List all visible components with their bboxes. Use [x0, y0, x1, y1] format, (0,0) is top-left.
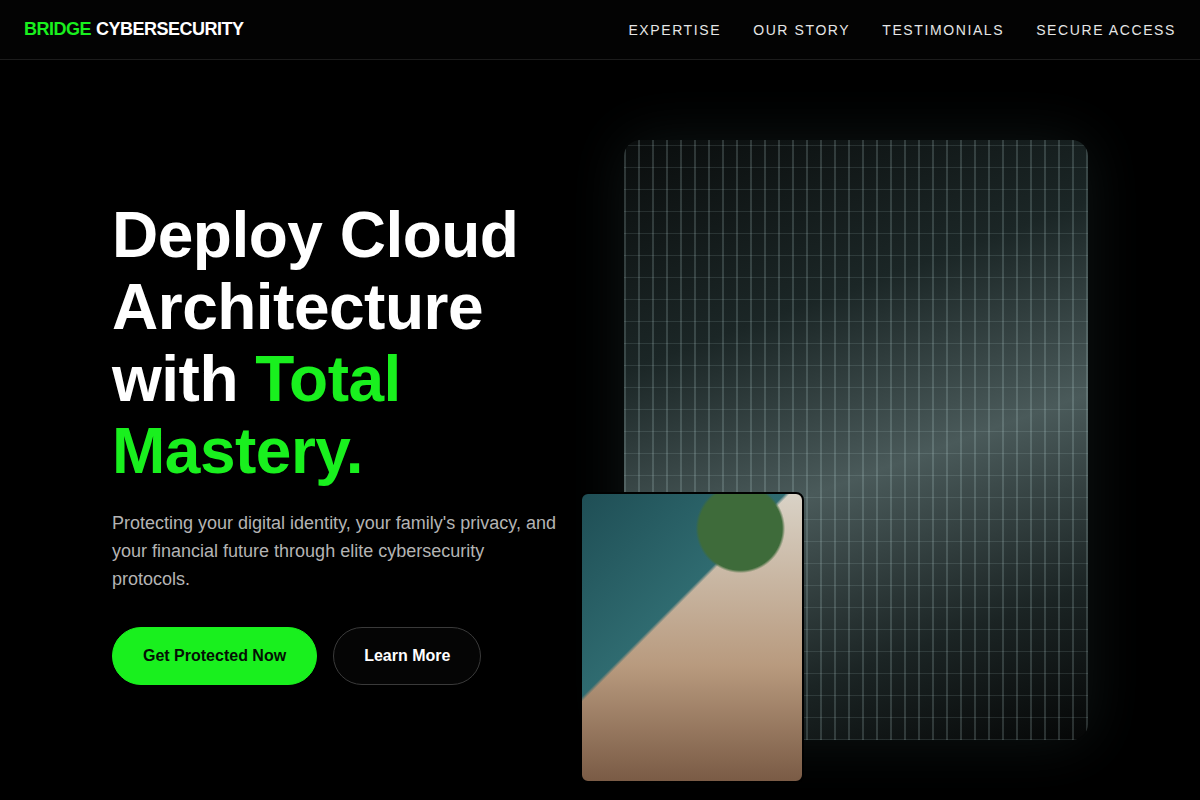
page: BRIDGECYBERSECURITY EXPERTISE OUR STORY TES…: [0, 0, 1200, 800]
nav-link[interactable]: SECURE ACCESS: [1036, 22, 1176, 38]
hero-description: Protecting your digital identity, your f…: [112, 509, 562, 593]
header: BRIDGECYBERSECURITY EXPERTISE OUR STORY TES…: [0, 0, 1200, 60]
button-row: Get Protected Now Learn More: [112, 627, 592, 685]
nav: EXPERTISE OUR STORY TESTIMONIALS SECURE ACC…: [628, 22, 1176, 38]
heading-highlight: Total Mastery.: [112, 343, 401, 487]
hero-images: [580, 140, 1088, 783]
logo-accent: BRIDGE: [24, 19, 91, 40]
nav-link[interactable]: TESTIMONIALS: [882, 22, 1004, 38]
logo[interactable]: BRIDGECYBERSECURITY: [24, 19, 244, 40]
get-protected-button[interactable]: Get Protected Now: [112, 627, 317, 685]
hero-heading: Deploy Cloud Architecture with Total Mas…: [112, 199, 582, 487]
hero: Deploy Cloud Architecture with Total Mas…: [0, 60, 1200, 800]
logo-name: CYBERSECURITY: [96, 19, 244, 40]
nav-link[interactable]: EXPERTISE: [628, 22, 721, 38]
laptop-photo: [580, 492, 804, 783]
nav-link[interactable]: OUR STORY: [753, 22, 850, 38]
learn-more-button[interactable]: Learn More: [333, 627, 481, 685]
hero-text: Deploy Cloud Architecture with Total Mas…: [112, 199, 592, 685]
